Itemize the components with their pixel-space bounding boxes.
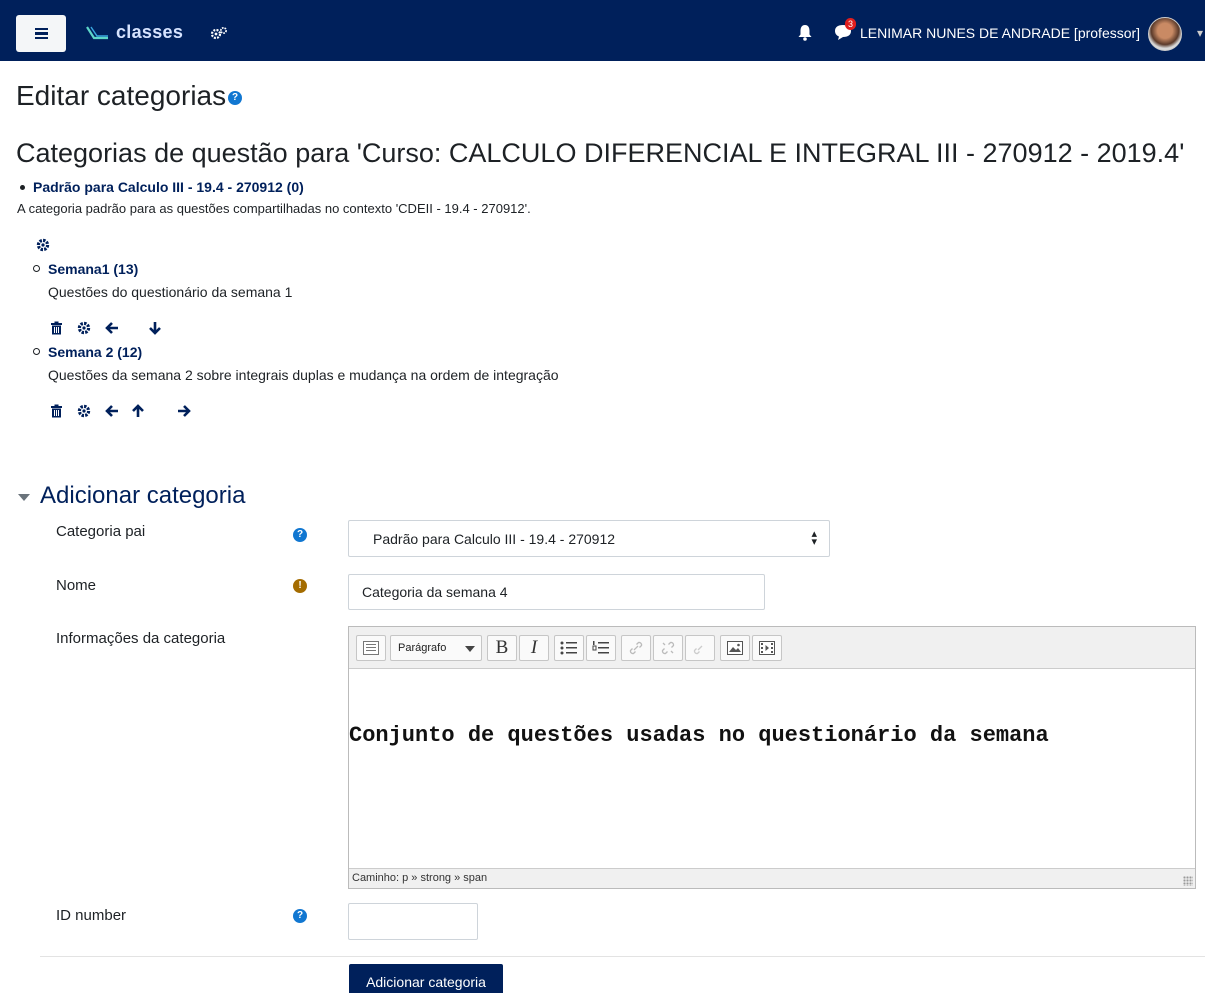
avatar[interactable] <box>1148 17 1182 51</box>
bullet-list-icon <box>560 641 577 655</box>
element-path: Caminho: p » strong » span <box>352 872 488 884</box>
bullet-icon <box>33 348 40 355</box>
page-title: Editar categorias? <box>16 80 243 112</box>
section-heading: Categorias de questão para 'Curso: CALCU… <box>16 138 1185 168</box>
anchor-button[interactable] <box>685 635 715 661</box>
unlink-button[interactable] <box>653 635 683 661</box>
arrow-up-icon[interactable] <box>131 404 145 418</box>
category-description: Questões da semana 2 sobre integrais dup… <box>48 367 559 383</box>
editor-toolbar: Parágrafo B I <box>349 627 1195 669</box>
toolbar-toggle-button[interactable] <box>356 635 386 661</box>
editor-statusbar: Caminho: p » strong » span <box>349 868 1195 888</box>
category-link-semana2[interactable]: Semana 2 (12) <box>48 344 142 360</box>
arrow-left-icon[interactable] <box>105 404 119 418</box>
resize-grip-icon[interactable] <box>1183 876 1193 886</box>
category-info-editor[interactable]: Parágrafo B I Conjunto de questões usada… <box>348 626 1196 889</box>
keyboard-icon <box>363 641 379 655</box>
format-select-value: Parágrafo <box>398 642 447 654</box>
editor-content[interactable]: Conjunto de questões usadas no questioná… <box>349 723 1049 748</box>
category-info-label: Informações da categoria <box>56 630 226 647</box>
add-category-button[interactable]: Adicionar categoria <box>349 964 503 993</box>
bullet-icon <box>20 185 25 190</box>
category-link-semana1[interactable]: Semana1 (13) <box>48 261 138 277</box>
messages-button[interactable]: 3 <box>832 18 856 42</box>
bell-icon[interactable] <box>797 24 813 41</box>
select-arrows-icon: ▴ ▾ <box>811 528 817 548</box>
paragraph-format-select[interactable]: Parágrafo <box>390 635 482 661</box>
image-icon <box>727 641 743 655</box>
trash-icon[interactable] <box>50 404 63 418</box>
bullet-icon <box>33 265 40 272</box>
anchor-link-icon <box>693 645 703 655</box>
brand-name: classes <box>116 22 184 42</box>
drawer-toggle-button[interactable] <box>16 15 66 52</box>
link-button[interactable] <box>621 635 651 661</box>
gears-icon[interactable] <box>210 26 228 40</box>
hamburger-icon <box>34 28 48 39</box>
category-actions <box>50 321 170 337</box>
form-divider <box>40 956 1205 957</box>
unordered-list-button[interactable] <box>554 635 584 661</box>
add-category-legend[interactable]: Adicionar categoria <box>18 482 245 510</box>
ordered-list-button[interactable] <box>586 635 616 661</box>
id-number-input[interactable] <box>348 903 478 940</box>
name-label: Nome <box>56 577 97 594</box>
parent-category-label: Categoria pai <box>56 523 146 540</box>
notification-count-badge: 3 <box>844 18 856 30</box>
parent-category-select[interactable]: Padrão para Calculo III - 19.4 - 270912 … <box>348 520 830 557</box>
required-icon[interactable]: ! <box>293 579 307 593</box>
link-icon <box>629 641 643 655</box>
page-title-text: Editar categorias <box>16 80 227 111</box>
id-number-label: ID number <box>56 907 127 924</box>
help-icon[interactable]: ? <box>228 90 243 105</box>
user-menu-label[interactable]: LENIMAR NUNES DE ANDRADE [professor] <box>860 25 1140 41</box>
legend-text: Adicionar categoria <box>40 482 246 509</box>
numbered-list-icon <box>592 641 609 654</box>
insert-media-button[interactable] <box>752 635 782 661</box>
chevron-down-icon[interactable]: ▾ <box>1197 26 1203 40</box>
arrow-right-icon[interactable] <box>177 404 191 418</box>
arrow-down-icon[interactable] <box>148 321 162 335</box>
italic-button[interactable]: I <box>519 635 549 661</box>
category-description: A categoria padrão para as questões comp… <box>17 201 531 216</box>
collapse-caret-icon <box>18 493 30 501</box>
media-icon <box>759 641 775 655</box>
category-description: Questões do questionário da semana 1 <box>48 284 293 300</box>
top-navbar: classes 3 LENIMAR NUNES DE ANDRADE [prof… <box>0 0 1205 61</box>
gear-icon[interactable] <box>77 404 91 418</box>
trash-icon[interactable] <box>50 321 63 335</box>
category-link-default[interactable]: Padrão para Calculo III - 19.4 - 270912 … <box>33 179 304 195</box>
unlink-icon <box>661 641 675 655</box>
gear-icon[interactable] <box>77 321 91 335</box>
arrow-left-icon[interactable] <box>105 321 119 335</box>
help-icon[interactable]: ? <box>293 909 307 923</box>
category-actions <box>50 404 195 420</box>
gear-icon[interactable] <box>36 238 50 252</box>
help-icon[interactable]: ? <box>293 528 307 542</box>
name-input[interactable] <box>348 574 765 610</box>
bold-button[interactable]: B <box>487 635 517 661</box>
site-brand[interactable]: classes <box>86 22 183 43</box>
parent-category-value: Padrão para Calculo III - 19.4 - 270912 <box>373 531 616 547</box>
dropdown-arrow-icon <box>465 646 475 652</box>
insert-image-button[interactable] <box>720 635 750 661</box>
logo-icon <box>86 25 108 39</box>
category-actions <box>36 238 56 254</box>
